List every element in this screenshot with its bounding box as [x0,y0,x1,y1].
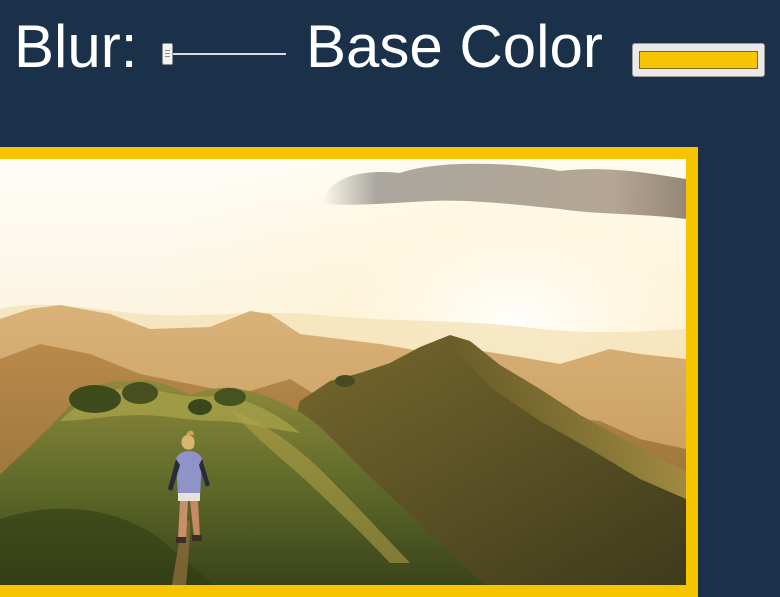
base-color-picker[interactable] [632,43,765,77]
controls-bar: Blur: Base Color [0,0,780,110]
base-color-label: Base Color [306,13,603,80]
blur-slider-track[interactable] [168,53,286,55]
blur-slider-thumb[interactable] [162,43,173,65]
blur-slider[interactable] [160,40,288,68]
mountain-photo [0,159,686,585]
framed-photo [0,147,698,597]
base-color-swatch[interactable] [639,51,758,69]
blur-label: Blur: [14,13,138,80]
